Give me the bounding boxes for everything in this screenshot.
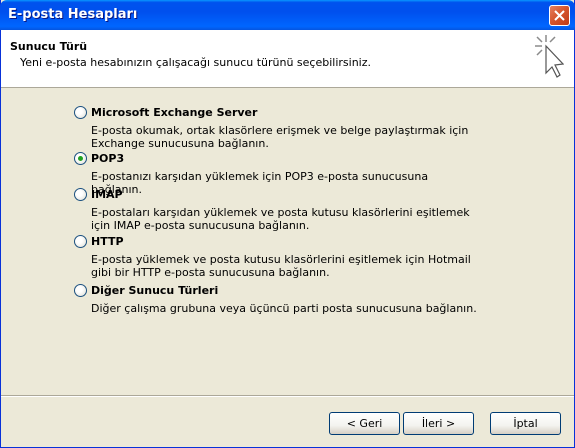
other-description: Diğer çalışma grubuna veya üçüncü parti … <box>91 302 477 315</box>
cursor-sparkle-icon <box>535 35 564 78</box>
pop3-description: E-postanızı karşıdan yüklemek için POP3 … <box>91 170 429 196</box>
imap-description: E-postaları karşıdan yüklemek ve posta k… <box>91 206 470 232</box>
other-label[interactable]: Diğer Sunucu Türleri <box>91 284 218 297</box>
wizard-header: Sunucu Türü Yeni e-posta hesabınızın çal… <box>1 30 574 88</box>
exchange-label[interactable]: Microsoft Exchange Server <box>91 106 257 119</box>
exchange-description: E-posta okumak, ortak klasörlere erişmek… <box>91 124 469 150</box>
header-title: Sunucu Türü <box>10 40 88 53</box>
footer-divider <box>1 395 574 397</box>
pop3-label[interactable]: POP3 <box>91 152 124 165</box>
next-button[interactable]: İleri > <box>403 412 474 435</box>
server-type-options: Microsoft Exchange Server E-posta okumak… <box>1 88 574 394</box>
title-bar[interactable]: E-posta Hesapları <box>0 0 575 30</box>
cancel-button[interactable]: İptal <box>490 412 561 435</box>
close-icon <box>554 10 565 21</box>
http-description: E-posta yüklemek ve posta kutusu klasörl… <box>91 253 471 279</box>
window-title: E-posta Hesapları <box>8 7 138 22</box>
imap-radio[interactable] <box>74 188 87 201</box>
close-button[interactable] <box>549 5 570 26</box>
http-label[interactable]: HTTP <box>91 235 124 248</box>
email-accounts-dialog: E-posta Hesapları Sunucu Türü Yeni e-pos… <box>0 0 575 448</box>
other-radio[interactable] <box>74 284 87 297</box>
imap-label[interactable]: IMAP <box>91 188 123 201</box>
pop3-radio[interactable] <box>74 152 87 165</box>
header-subtitle: Yeni e-posta hesabınızın çalışacağı sunu… <box>20 56 372 69</box>
http-radio[interactable] <box>74 235 87 248</box>
back-button[interactable]: < Geri <box>329 412 400 435</box>
exchange-radio[interactable] <box>74 106 87 119</box>
